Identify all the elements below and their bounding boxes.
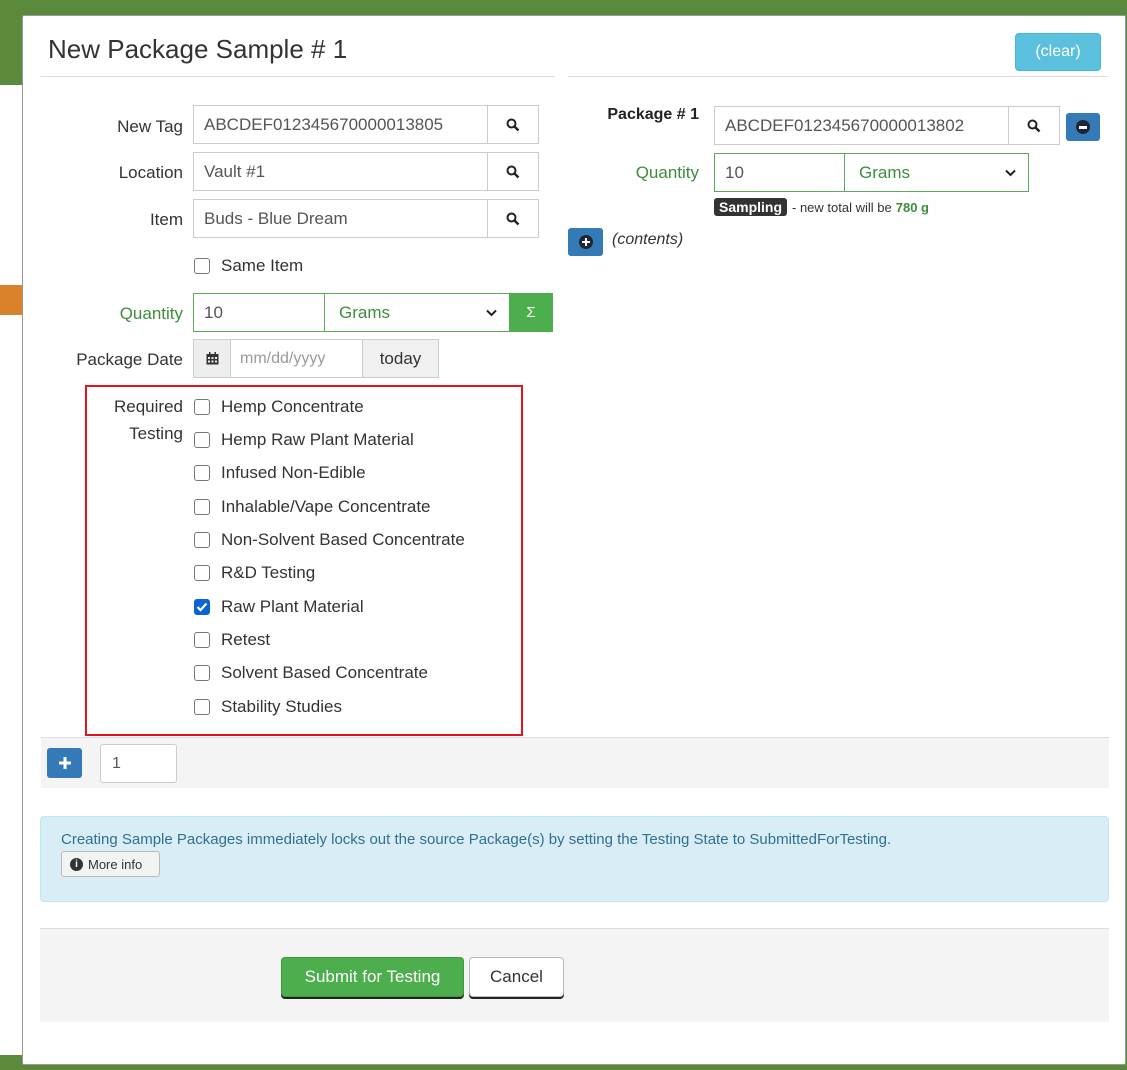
- show-contents-button[interactable]: [568, 228, 603, 256]
- package-unit-value: Grams: [859, 162, 910, 182]
- same-item-checkbox[interactable]: Same Item: [194, 256, 303, 276]
- testing-option[interactable]: Raw Plant Material: [194, 597, 364, 617]
- sampling-note: Sampling - new total will be 780 g: [714, 198, 929, 216]
- testing-option-label: Non-Solvent Based Concentrate: [221, 530, 465, 549]
- testing-option[interactable]: Stability Studies: [194, 697, 342, 717]
- divider: [41, 76, 555, 77]
- new-total-prefix: - new total will be: [792, 199, 892, 215]
- calendar-icon[interactable]: [194, 340, 231, 377]
- checkbox-box[interactable]: [194, 665, 210, 681]
- new-tag-input[interactable]: ABCDEF012345670000013805: [193, 105, 488, 144]
- quantity-unit-select[interactable]: Grams: [324, 293, 510, 332]
- checkbox-box[interactable]: [194, 565, 210, 581]
- testing-option-label: Infused Non-Edible: [221, 463, 366, 482]
- search-icon: [506, 212, 520, 225]
- modal-footer: [40, 929, 1109, 1022]
- quantity-label: Quantity: [119, 304, 183, 323]
- same-item-label: Same Item: [221, 256, 304, 275]
- item-label: Item: [149, 210, 183, 229]
- background-page-strip: [0, 315, 24, 1055]
- package-tag-input[interactable]: ABCDEF012345670000013802: [714, 106, 1009, 145]
- modal-title: New Package Sample # 1: [48, 34, 348, 64]
- add-sample-row: [41, 738, 1109, 788]
- remove-package-button[interactable]: [1066, 113, 1100, 141]
- background-page-strip: [0, 85, 24, 285]
- contents-label: (contents): [612, 231, 684, 248]
- info-message: Creating Sample Packages immediately loc…: [61, 831, 892, 848]
- add-sample-button[interactable]: [47, 748, 82, 778]
- search-icon: [506, 165, 520, 178]
- package-unit-select[interactable]: Grams: [844, 153, 1029, 192]
- sampling-badge: Sampling: [714, 198, 788, 216]
- checkbox-box[interactable]: [194, 532, 210, 548]
- package-quantity-input[interactable]: 10: [714, 153, 845, 192]
- package-quantity-label: Quantity: [635, 163, 699, 182]
- sample-count-input[interactable]: 1: [100, 744, 177, 783]
- today-button[interactable]: today: [362, 340, 438, 377]
- search-icon: [506, 118, 520, 131]
- quantity-unit-value: Grams: [339, 302, 390, 322]
- testing-option[interactable]: Infused Non-Edible: [194, 463, 366, 483]
- plus-icon: [58, 757, 71, 769]
- testing-option-label: Stability Studies: [221, 697, 342, 716]
- background-page-strip: [0, 285, 24, 315]
- checkbox-box[interactable]: [194, 432, 210, 448]
- more-info-label: More info: [88, 856, 143, 872]
- new-tag-search-button[interactable]: [487, 105, 539, 144]
- chevron-down-icon: [486, 309, 497, 316]
- location-label: Location: [118, 163, 183, 182]
- checkbox-box[interactable]: [194, 699, 210, 715]
- testing-option-label: R&D Testing: [221, 563, 316, 582]
- search-icon: [1027, 119, 1041, 132]
- testing-option-label: Raw Plant Material: [221, 597, 364, 616]
- checkbox-box[interactable]: [194, 632, 210, 648]
- testing-option[interactable]: Non-Solvent Based Concentrate: [194, 530, 465, 550]
- sum-quantity-button[interactable]: Σ: [509, 293, 553, 332]
- testing-option-label: Inhalable/Vape Concentrate: [221, 497, 431, 516]
- package-label: Package # 1: [607, 106, 699, 123]
- chevron-down-icon: [1005, 169, 1016, 176]
- testing-option-label: Hemp Concentrate: [221, 397, 364, 416]
- checkbox-box[interactable]: [194, 465, 210, 481]
- new-total-value: 780 g: [895, 199, 929, 215]
- package-date-group: mm/dd/yyyy today: [193, 339, 439, 378]
- minus-circle-icon: [1076, 120, 1090, 134]
- divider: [568, 76, 1108, 77]
- new-tag-label: New Tag: [117, 117, 183, 136]
- testing-option-label: Hemp Raw Plant Material: [221, 430, 414, 449]
- info-alert: Creating Sample Packages immediately loc…: [40, 816, 1109, 902]
- plus-circle-icon: [578, 235, 593, 249]
- new-package-sample-modal: New Package Sample # 1 (clear) New Tag A…: [22, 15, 1126, 1065]
- checkbox-box[interactable]: [194, 399, 210, 415]
- location-input[interactable]: Vault #1: [193, 152, 488, 191]
- checkmark-icon: [196, 602, 208, 612]
- testing-option[interactable]: Hemp Raw Plant Material: [194, 430, 414, 450]
- testing-option-label: Solvent Based Concentrate: [221, 663, 428, 682]
- testing-option-label: Retest: [221, 630, 271, 649]
- package-date-input[interactable]: mm/dd/yyyy: [231, 340, 362, 377]
- info-icon: i: [70, 857, 83, 871]
- checkbox-box[interactable]: [194, 599, 210, 615]
- cancel-button[interactable]: Cancel: [469, 957, 564, 997]
- testing-option[interactable]: Inhalable/Vape Concentrate: [194, 497, 431, 517]
- item-search-button[interactable]: [487, 199, 539, 238]
- submit-for-testing-button[interactable]: Submit for Testing: [281, 957, 464, 997]
- clear-button[interactable]: (clear): [1015, 33, 1101, 71]
- package-date-label: Package Date: [76, 350, 183, 369]
- quantity-input[interactable]: 10: [193, 293, 325, 332]
- testing-option[interactable]: Solvent Based Concentrate: [194, 663, 428, 683]
- item-input[interactable]: Buds - Blue Dream: [193, 199, 488, 238]
- more-info-button[interactable]: i More info: [61, 851, 160, 877]
- required-testing-label: Required: [114, 397, 183, 416]
- required-testing-label: Testing: [129, 424, 183, 443]
- testing-option[interactable]: Retest: [194, 630, 270, 650]
- testing-option[interactable]: R&D Testing: [194, 563, 315, 583]
- testing-option[interactable]: Hemp Concentrate: [194, 397, 364, 417]
- checkbox-box[interactable]: [194, 258, 210, 274]
- package-search-button[interactable]: [1008, 106, 1060, 145]
- checkbox-box[interactable]: [194, 499, 210, 515]
- location-search-button[interactable]: [487, 152, 539, 191]
